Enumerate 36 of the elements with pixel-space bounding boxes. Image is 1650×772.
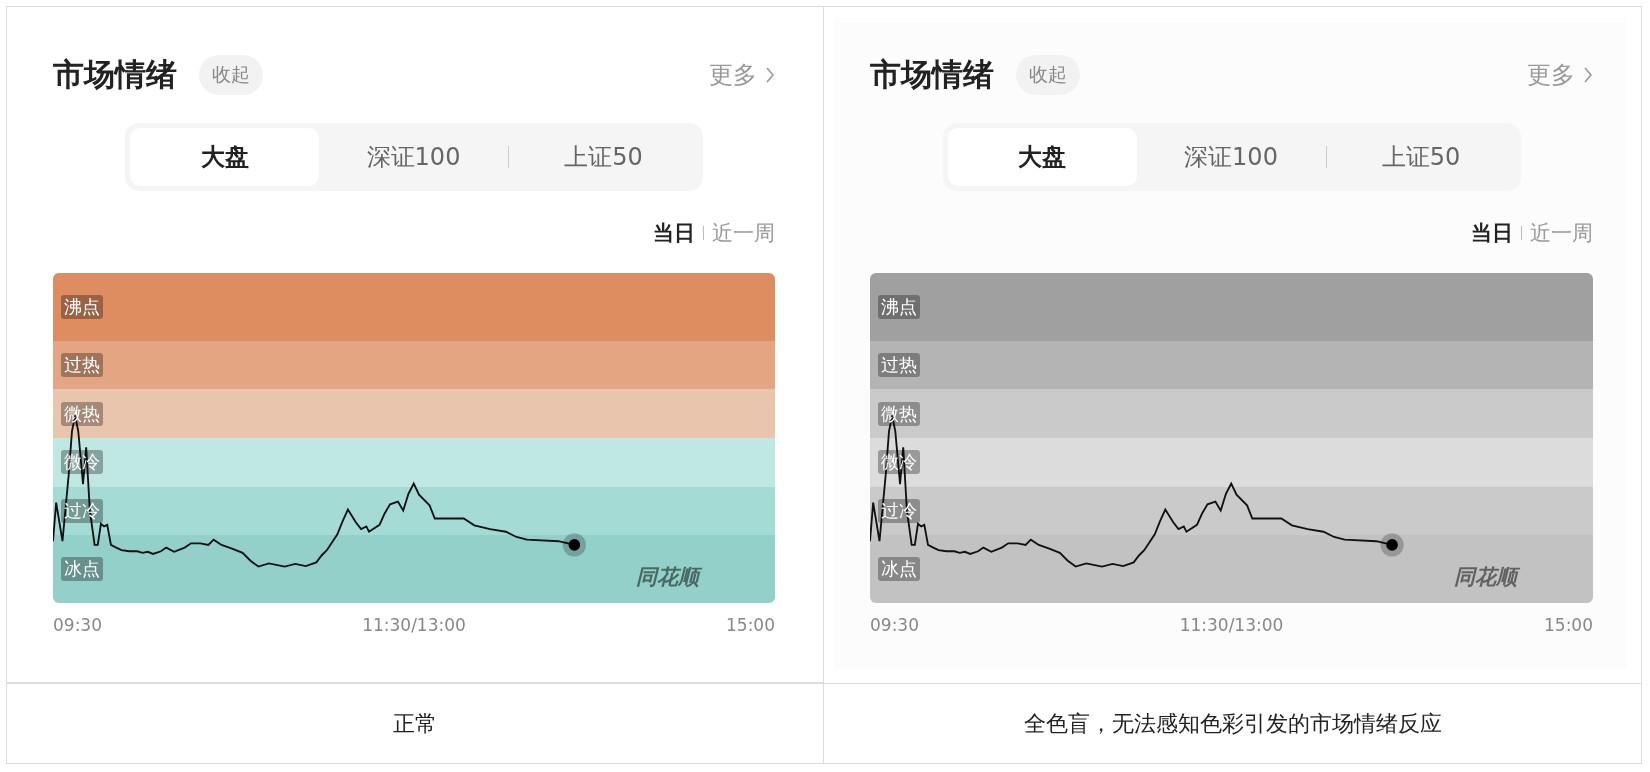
zone-label: 冰点 xyxy=(61,557,103,582)
tab[interactable]: 大盘 xyxy=(947,128,1137,186)
collapse-button[interactable]: 收起 xyxy=(1016,55,1080,95)
zone-label: 微热 xyxy=(61,401,103,426)
zone-label: 过热 xyxy=(61,353,103,377)
zone-label: 冰点 xyxy=(878,557,920,582)
axis-label: 15:00 xyxy=(726,615,775,635)
zone-label: 沸点 xyxy=(61,294,103,319)
period-tab[interactable]: 当日 xyxy=(1471,219,1513,247)
axis-label: 11:30/13:00 xyxy=(362,615,466,635)
caption: 正常 xyxy=(7,683,824,763)
period-tab[interactable]: 近一周 xyxy=(712,219,775,247)
axis-label: 15:00 xyxy=(1544,615,1593,635)
chevron-right-icon xyxy=(1583,66,1593,84)
panel-title: 市场情绪 xyxy=(870,55,994,94)
axis-label: 09:30 xyxy=(53,615,102,635)
period-tab[interactable]: 当日 xyxy=(653,219,695,247)
axis-label: 09:30 xyxy=(870,615,919,635)
tab[interactable]: 深证100 xyxy=(1136,128,1326,186)
more-link[interactable]: 更多 xyxy=(1527,59,1593,91)
zone-label: 过热 xyxy=(878,353,920,377)
period-tab[interactable]: 近一周 xyxy=(1530,219,1593,247)
panel-title: 市场情绪 xyxy=(53,55,177,94)
zone-label: 微热 xyxy=(878,401,920,426)
current-point xyxy=(1380,533,1404,557)
tab[interactable]: 大盘 xyxy=(130,128,319,186)
axis-label: 11:30/13:00 xyxy=(1179,615,1284,635)
caption: 全色盲，无法感知色彩引发的市场情绪反应 xyxy=(824,683,1641,763)
current-point xyxy=(562,533,586,557)
more-link[interactable]: 更多 xyxy=(709,59,775,91)
tab[interactable]: 深证100 xyxy=(319,128,508,186)
chevron-right-icon xyxy=(765,66,775,84)
tab[interactable]: 上证50 xyxy=(1326,128,1516,186)
zone-label: 沸点 xyxy=(878,294,920,319)
tab[interactable]: 上证50 xyxy=(509,128,698,186)
collapse-button[interactable]: 收起 xyxy=(199,55,263,95)
